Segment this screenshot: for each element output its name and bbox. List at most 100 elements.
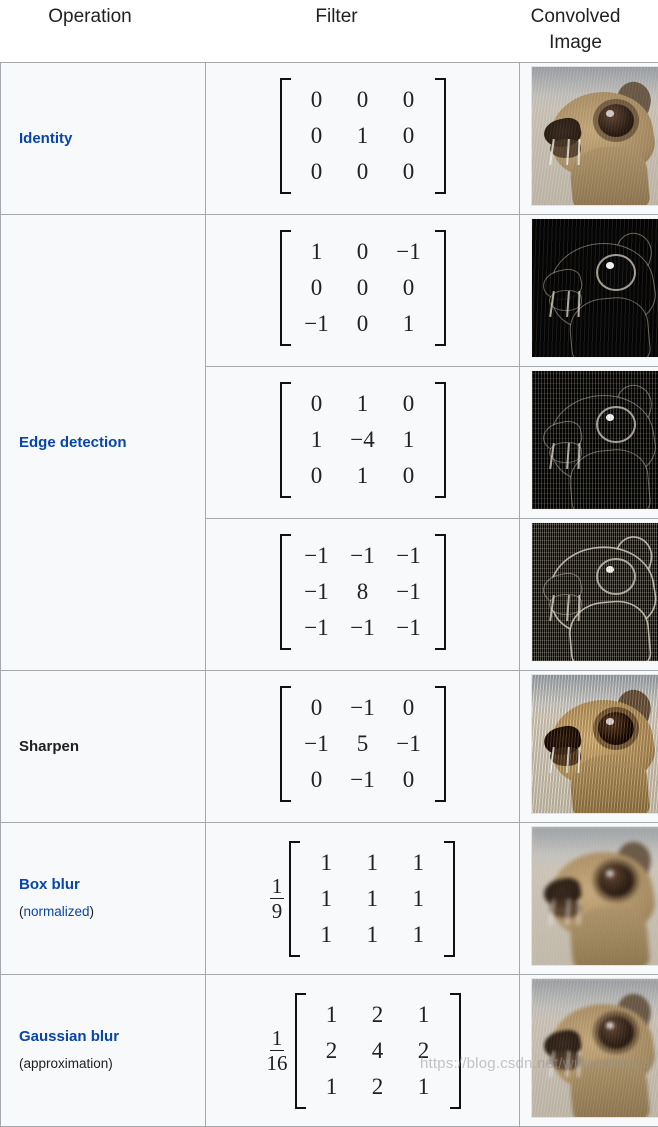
matrix-cell: 0 [294, 762, 340, 798]
kernel-matrix: −1−1−1−18−1−1−1−1 [280, 534, 446, 650]
matrix-cell: 0 [386, 762, 432, 798]
matrix-cell: 2 [401, 1033, 447, 1069]
matrix-cell: 1 [303, 881, 349, 917]
matrix-bracket-right [435, 686, 446, 802]
matrix-cell: −1 [294, 538, 340, 574]
matrix-cell: 1 [309, 997, 355, 1033]
matrix-cell: 0 [340, 306, 386, 342]
matrix-cell: 0 [294, 690, 340, 726]
operation-cell: Gaussian blur (approximation) [1, 975, 206, 1127]
box-blur-convolved-image [531, 826, 658, 966]
matrix-cell: 0 [294, 154, 340, 190]
matrix-cell: 0 [340, 154, 386, 190]
matrix-cell: −1 [386, 234, 432, 270]
filter-cell: 10−1000−101 [206, 215, 520, 367]
matrix-bracket-left [280, 534, 291, 650]
matrix-cell: 0 [294, 386, 340, 422]
filter-cell: 0−10−15−10−10 [206, 671, 520, 823]
subtitle-text[interactable]: normalized [24, 904, 90, 919]
matrix-bracket-right [450, 993, 461, 1109]
edge-detection-convolved-image-3 [531, 522, 658, 662]
matrix-cell: 1 [303, 845, 349, 881]
subtitle-paren-close: ) [108, 1056, 113, 1071]
matrix-values: 0−10−15−10−10 [291, 686, 435, 802]
matrix-cell: 1 [340, 386, 386, 422]
matrix-values: 0101−41010 [291, 382, 435, 498]
matrix-values: −1−1−1−18−1−1−1−1 [291, 534, 435, 650]
table-row: Gaussian blur(approximation)116121242121 [1, 975, 658, 1127]
convolved-image-cell [520, 63, 658, 215]
matrix-cell: 0 [294, 458, 340, 494]
matrix-cell: 1 [340, 458, 386, 494]
filter-cell: 19111111111 [206, 823, 520, 975]
matrix-cell: 0 [386, 154, 432, 190]
matrix-cell: 1 [401, 1069, 447, 1105]
matrix-values: 111111111 [300, 841, 444, 957]
operation-name[interactable]: Identity [19, 129, 199, 149]
matrix-bracket-left [280, 78, 291, 194]
matrix-cell: 1 [294, 422, 340, 458]
photo-eye [598, 712, 634, 745]
matrix-cell: 1 [386, 422, 432, 458]
matrix-cell: 0 [386, 118, 432, 154]
matrix-cell: 0 [294, 270, 340, 306]
operation-name[interactable]: Edge detection [19, 433, 199, 453]
matrix-cell: 2 [355, 1069, 401, 1105]
matrix-cell: 1 [349, 881, 395, 917]
fraction-denominator: 16 [265, 1051, 290, 1074]
kernel-matrix: 0−10−15−10−10 [280, 686, 446, 802]
photo-chin [550, 443, 581, 462]
matrix-cell: 4 [355, 1033, 401, 1069]
matrix-cell: 5 [340, 726, 386, 762]
matrix-cell: −1 [386, 726, 432, 762]
matrix-cell: 1 [395, 917, 441, 953]
matrix-cell: −1 [340, 762, 386, 798]
convolved-image-cell [520, 975, 658, 1127]
convolved-image-cell [520, 671, 658, 823]
matrix-cell: −1 [386, 574, 432, 610]
fraction-numerator: 1 [270, 875, 285, 899]
header-convolved-image-line2: Image [493, 30, 658, 56]
matrix-cell: 1 [294, 234, 340, 270]
matrix-values: 000010000 [291, 78, 435, 194]
matrix-bracket-right [435, 78, 446, 194]
operation-name[interactable]: Gaussian blur [19, 1027, 199, 1047]
photo-eye [598, 864, 634, 897]
matrix-bracket-left [295, 993, 306, 1109]
operation-subtitle: (approximation) [19, 1054, 199, 1074]
filter-cell: 116121242121 [206, 975, 520, 1127]
table-row: Box blur (normalized) 19111111111 [1, 823, 658, 975]
matrix-cell: 0 [340, 234, 386, 270]
filter-cell: −1−1−1−18−1−1−1−1 [206, 519, 520, 671]
matrix-cell: −1 [340, 690, 386, 726]
table-row: Edge detection10−1000−101 [1, 215, 658, 367]
kernel-matrix: 10−1000−101 [280, 230, 446, 346]
photo-eye [598, 104, 634, 137]
header-convolved-image: Convolved Image [493, 0, 658, 56]
matrix-cell: 0 [294, 118, 340, 154]
photo-chin [550, 1051, 581, 1070]
photo-eye [598, 560, 634, 593]
operation-cell: Edge detection [1, 215, 206, 671]
matrix-cell: −1 [386, 610, 432, 646]
matrix-cell: −1 [294, 610, 340, 646]
matrix-cell: −1 [340, 610, 386, 646]
matrix-cell: 1 [401, 997, 447, 1033]
operation-name[interactable]: Box blur [19, 875, 199, 895]
filter-cell: 000010000 [206, 63, 520, 215]
matrix-cell: −1 [294, 574, 340, 610]
table-body: Identity000010000Edge detection10−1000−1… [1, 63, 658, 1127]
matrix-bracket-left [280, 382, 291, 498]
matrix-cell: 0 [294, 82, 340, 118]
operation-subtitle: (normalized) [19, 902, 199, 922]
matrix-cell: 1 [386, 306, 432, 342]
header-filter: Filter [180, 0, 493, 30]
operation-cell: Box blur (normalized) [1, 823, 206, 975]
matrix-cell: 2 [355, 997, 401, 1033]
edge-detection-convolved-image-1 [531, 218, 658, 358]
matrix-cell: −4 [340, 422, 386, 458]
matrix-cell: 1 [395, 845, 441, 881]
filter-cell: 0101−41010 [206, 367, 520, 519]
matrix-cell: 0 [386, 82, 432, 118]
photo-eye [598, 408, 634, 441]
